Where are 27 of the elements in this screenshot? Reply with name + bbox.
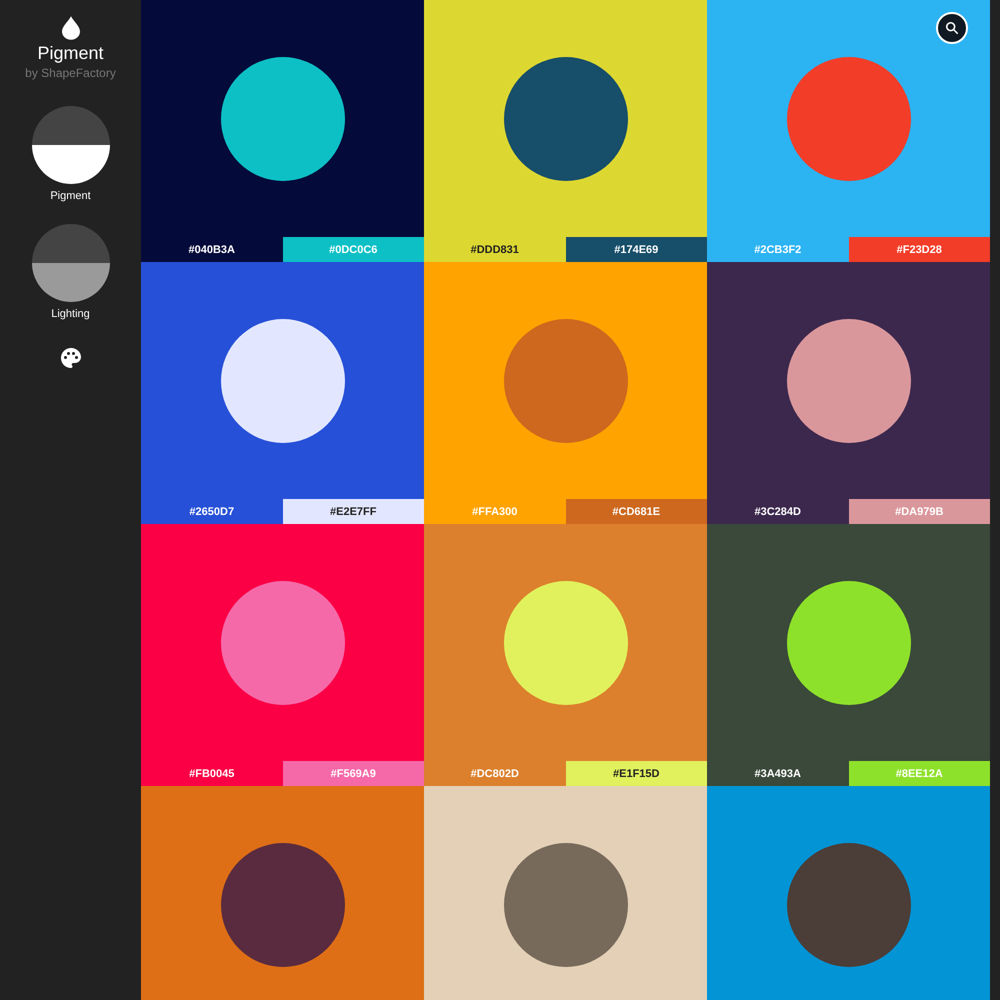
mode-button[interactable]: Pigment (32, 106, 110, 202)
color-code: #CD681E (566, 499, 707, 524)
color-code: #FFA300 (424, 499, 566, 524)
color-code: #F569A9 (282, 761, 424, 786)
color-code: #8EE12A (848, 761, 990, 786)
search-icon (945, 21, 959, 35)
drop-icon (62, 16, 80, 40)
color-code: #DA979B (848, 499, 990, 524)
palette-icon[interactable] (58, 346, 82, 370)
color-code: #3A493A (707, 761, 848, 786)
color-code: #174E69 (566, 237, 707, 262)
color-code: #DDD831 (424, 237, 566, 262)
color-code: #E2E7FF (282, 499, 424, 524)
color-code: #E1F15D (566, 761, 707, 786)
mode-button[interactable]: Lighting (32, 224, 110, 320)
color-code: #FB0045 (141, 761, 282, 786)
app-subtitle: by ShapeFactory (25, 66, 116, 80)
color-code: #0DC0C6 (282, 237, 424, 262)
app-title: Pigment (37, 43, 104, 64)
color-code: #2650D7 (141, 499, 282, 524)
color-code: #040B3A (141, 237, 282, 262)
half-circle-icon (32, 224, 110, 302)
color-code: #DC802D (424, 761, 566, 786)
color-code: #2CB3F2 (707, 237, 848, 262)
half-circle-icon (32, 106, 110, 184)
color-code: #F23D28 (848, 237, 990, 262)
color-code: #3C284D (707, 499, 848, 524)
